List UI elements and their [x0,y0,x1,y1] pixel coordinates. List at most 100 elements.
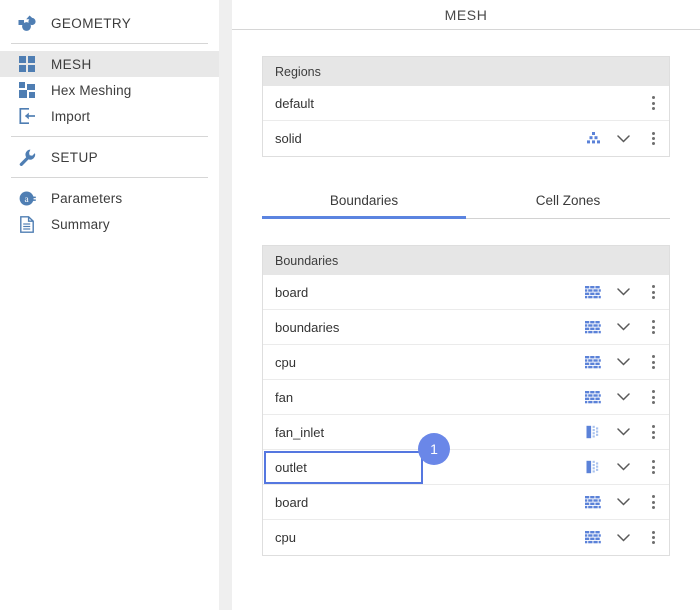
chevron-down-icon[interactable] [613,492,633,512]
wall-brick-icon [583,389,603,405]
overflow-menu-icon[interactable] [643,92,663,114]
wrench-icon [16,146,38,168]
table-row[interactable]: board [263,275,669,310]
tab-label: Cell Zones [535,193,601,208]
solid-mesh-icon [583,131,603,147]
regions-section: Regions default solid [262,56,670,157]
table-row[interactable]: board [263,485,669,520]
inlet-outlet-icon [583,459,603,475]
chevron-down-icon[interactable] [613,422,633,442]
boundary-name: cpu [275,530,296,545]
sidebar-group-setup: SETUP [0,144,219,170]
row-actions [583,281,663,303]
table-row[interactable]: fan_inlet [263,415,669,450]
overflow-menu-icon[interactable] [643,421,663,443]
page-title: MESH [444,6,488,23]
row-actions [583,421,663,443]
row-actions [583,351,663,373]
sidebar: GEOMETRY MESH Hex Meshing Import SETUP a… [0,0,219,610]
overflow-menu-icon[interactable] [643,456,663,478]
sidebar-item-label: Import [51,108,91,124]
region-name: default [275,95,315,111]
overflow-menu-icon[interactable] [643,128,663,150]
table-row[interactable]: cpu [263,345,669,380]
boundary-name: board [275,494,309,510]
inlet-outlet-icon [583,424,603,440]
row-actions [583,527,663,549]
hex-meshing-icon [16,79,38,101]
regions-header: Regions [262,56,670,86]
sidebar-item-label: Parameters [51,190,123,206]
overflow-menu-icon[interactable] [643,386,663,408]
wall-brick-icon [583,530,603,546]
mesh-grid-icon [16,53,38,75]
sidebar-divider [11,43,208,44]
sidebar-item-summary[interactable]: Summary [0,211,219,237]
application-window: GEOMETRY MESH Hex Meshing Import SETUP a… [0,0,700,610]
sidebar-divider [11,177,208,178]
overflow-menu-icon[interactable] [643,351,663,373]
boundary-name: cpu [275,354,296,370]
sidebar-item-geometry[interactable]: GEOMETRY [0,10,219,36]
sidebar-item-label: MESH [51,56,92,72]
table-row[interactable]: fan [263,380,669,415]
row-actions [583,491,663,513]
table-row[interactable]: cpu [263,520,669,555]
sidebar-item-label: Hex Meshing [51,82,132,98]
row-actions [643,92,663,114]
chevron-down-icon[interactable] [613,528,633,548]
regions-list: default solid [262,86,670,157]
boundaries-section: Boundaries board boundaries cpu fan fan_… [262,245,670,556]
row-actions [583,316,663,338]
chevron-down-icon[interactable] [613,129,633,149]
boundary-name: board [275,284,309,300]
sidebar-item-import[interactable]: Import [0,103,219,129]
sidebar-group-mesh: MESH Hex Meshing Import [0,51,219,129]
table-row[interactable]: solid [263,121,669,156]
chevron-down-icon[interactable] [613,282,633,302]
boundaries-header: Boundaries [262,245,670,275]
sidebar-item-label: Summary [51,216,110,232]
overflow-menu-icon[interactable] [643,491,663,513]
summary-document-icon [16,213,38,235]
chevron-down-icon[interactable] [613,352,633,372]
sidebar-item-label: GEOMETRY [51,15,132,31]
chevron-down-icon[interactable] [613,387,633,407]
sidebar-divider [11,136,208,137]
chevron-down-icon[interactable] [613,317,633,337]
table-row[interactable]: boundaries [263,310,669,345]
step-badge: 1 [418,433,450,465]
overflow-menu-icon[interactable] [643,281,663,303]
main-panel: MESH Regions default solid Boundaries Ce… [232,0,700,610]
row-actions [583,386,663,408]
sidebar-item-label: SETUP [51,149,99,165]
sidebar-item-mesh[interactable]: MESH [0,51,219,77]
section-tabs: Boundaries Cell Zones [262,186,670,219]
region-name: solid [275,131,302,146]
sidebar-item-setup[interactable]: SETUP [0,144,219,170]
overflow-menu-icon[interactable] [643,316,663,338]
overflow-menu-icon[interactable] [643,527,663,549]
regions-header-label: Regions [275,64,321,79]
boundary-name: boundaries [275,319,340,335]
wall-brick-icon [583,319,603,335]
geometry-icon [16,12,38,34]
sidebar-item-hex-meshing[interactable]: Hex Meshing [0,77,219,103]
import-icon [16,105,38,127]
wall-brick-icon [583,354,603,370]
main-body: Regions default solid Boundaries Cell Zo… [232,30,700,556]
table-row[interactable]: default [263,86,669,121]
sidebar-group-geometry: GEOMETRY [0,0,219,36]
sidebar-group-parameters: a Parameters Summary [0,185,219,237]
row-actions [583,128,663,150]
table-row-selected[interactable]: 1 outlet [263,433,669,485]
main-header: MESH [232,0,700,30]
tab-cell-zones[interactable]: Cell Zones [466,186,670,218]
row-actions [583,456,663,478]
tab-label: Boundaries [329,193,399,208]
parameters-icon: a [16,187,38,209]
tab-boundaries[interactable]: Boundaries [262,186,466,219]
sidebar-item-parameters[interactable]: a Parameters [0,185,219,211]
chevron-down-icon[interactable] [613,457,633,477]
wall-brick-icon [583,494,603,510]
